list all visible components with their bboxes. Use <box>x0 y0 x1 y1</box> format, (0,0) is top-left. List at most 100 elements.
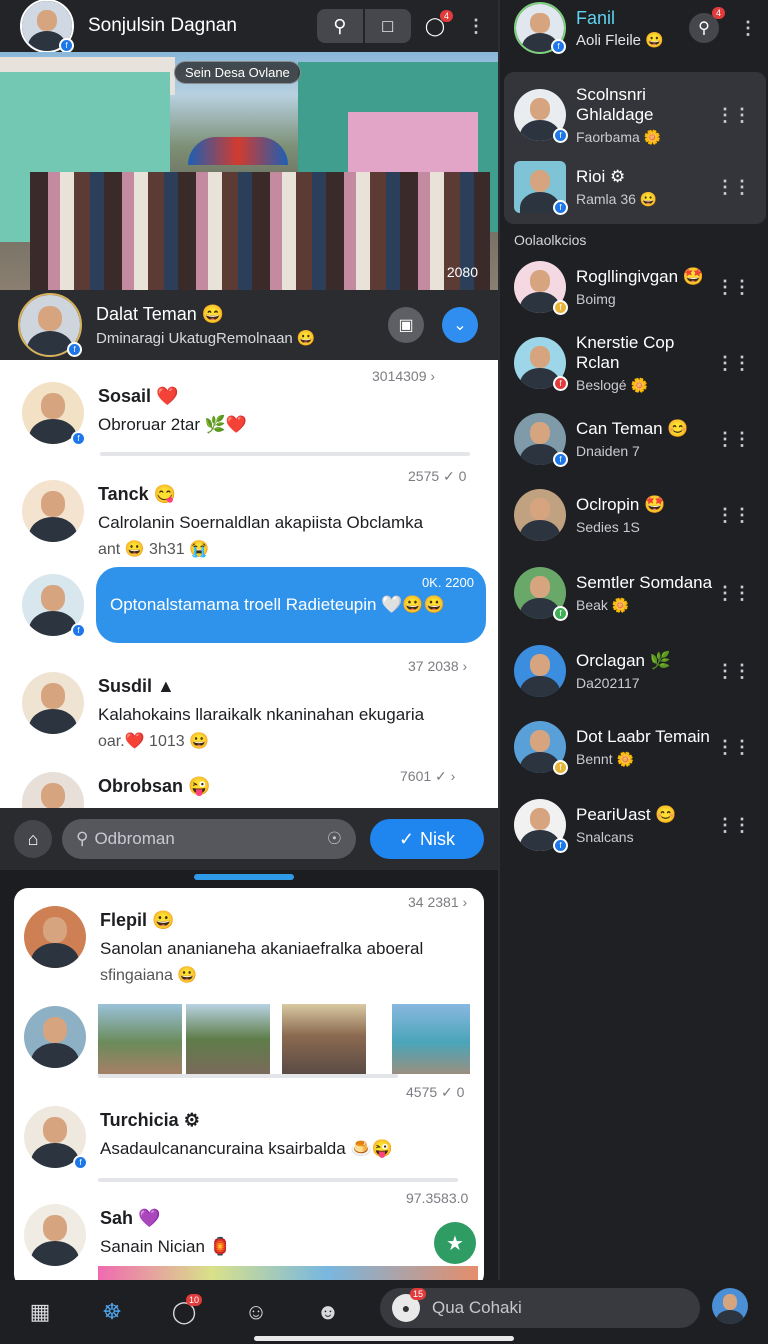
search-icon: ⚲ <box>76 829 89 848</box>
bookmark-icon[interactable]: □ <box>364 9 411 43</box>
drag-icon[interactable]: ⋮⋮ <box>716 738 751 756</box>
search-icon[interactable]: ⚲ 4 <box>689 7 725 43</box>
contact-item[interactable]: Orclagan 🌿 Da202117 ⋮⋮ <box>500 636 768 706</box>
feed-post[interactable]: Susdil ▲ Kalahokains llaraikalk nkaninaha… <box>0 672 498 751</box>
contact-item[interactable]: f Knerstie Cop Rclan Beslogé 🌼 ⋮⋮ <box>500 328 768 398</box>
more-options-icon[interactable]: ⋮ <box>467 17 485 35</box>
post-text: Obroruar 2tar 🌿❤️ <box>98 415 248 434</box>
photo-thumbnail[interactable] <box>282 1004 366 1074</box>
contact-item[interactable]: f Rogllingivgan 🤩 Boimg ⋮⋮ <box>500 252 768 322</box>
more-options-icon[interactable]: ⋮ <box>739 19 757 37</box>
feed-post[interactable]: f Sosail ❤️ Obroruar 2tar 🌿❤️ <box>0 382 498 446</box>
avatar[interactable]: f <box>514 161 568 215</box>
messages-icon[interactable]: ◯ 4 <box>425 9 453 37</box>
feed-post[interactable]: f Turchicia ⚙ Asadaulcanancuraina ksairba… <box>14 1106 484 1170</box>
contact-item[interactable]: f Can Teman 😊 Dnaiden 7 ⋮⋮ <box>500 404 768 474</box>
avatar[interactable] <box>24 906 86 968</box>
avatar[interactable]: f <box>22 574 86 638</box>
profile-name: Dalat Teman 😄 <box>96 303 225 324</box>
contact-item[interactable]: Oclropin 🤩 Sedies 1S ⋮⋮ <box>500 480 768 550</box>
feed-list: f Sosail ❤️ Obroruar 2tar 🌿❤️ 3014309 › T… <box>0 360 498 808</box>
post-author: Flepil 😀 <box>100 910 175 930</box>
contact-name: Rogllingivgan 🤩 <box>576 267 704 286</box>
contact-status: Dnaiden 7 <box>576 443 640 459</box>
message-bubble[interactable]: Optonalstamama troell Radieteupin 🤍😀😀 0K.… <box>96 567 486 643</box>
avatar[interactable] <box>514 489 566 541</box>
hero-count: 2080 <box>446 264 478 280</box>
drag-icon[interactable]: ⋮⋮ <box>716 506 751 524</box>
avatar[interactable]: f <box>514 799 568 853</box>
avatar[interactable]: f <box>514 567 568 621</box>
avatar[interactable] <box>24 1006 86 1068</box>
post-sub: sfingaiana 😀 <box>100 967 198 984</box>
drag-icon[interactable]: ⋮⋮ <box>716 430 751 448</box>
star-icon: ★ <box>446 1232 464 1255</box>
avatar[interactable] <box>514 645 566 697</box>
page-title: Sonjulsin Dagnan <box>88 15 237 36</box>
post-text: Calrolanin Soernaldlan akapiista Obclamk… <box>98 513 424 532</box>
panel-avatar[interactable]: f <box>514 2 566 54</box>
photo-thumbnail[interactable] <box>186 1004 270 1074</box>
contact-status: Sedies 1S <box>576 519 640 535</box>
bottom-search-input[interactable]: ● 15 Qua Cohaki <box>380 1288 700 1328</box>
nisk-button-label: Nisk <box>420 828 456 849</box>
contact-item[interactable]: f Semtler Somdana Beak 🌼 ⋮⋮ <box>500 558 768 628</box>
contact-item[interactable]: f Scolnsnri Ghlaldage Faorbama 🌼 ⋮⋮ <box>500 80 768 150</box>
avatar[interactable] <box>22 480 84 542</box>
avatar[interactable]: f <box>514 89 568 143</box>
drag-icon[interactable]: ⋮⋮ <box>716 354 751 372</box>
avatar[interactable]: f <box>22 382 86 446</box>
search-bar: ⌂ ⚲ Odbroman ☉ ✓ Nisk <box>0 808 498 870</box>
contact-status: Beak 🌼 <box>576 596 630 613</box>
contact-status: Da202117 <box>576 675 640 691</box>
contact-item[interactable]: f PeariUast 😊 Snalcans ⋮⋮ <box>500 790 768 860</box>
hero-location-tag[interactable]: Sein Desa Ovlane <box>174 61 301 84</box>
profile-avatar[interactable]: f <box>18 293 82 357</box>
chevron-down-icon[interactable]: ⌄ <box>442 307 478 343</box>
explore-icon[interactable]: ☸ <box>92 1292 132 1332</box>
user-avatar[interactable]: f <box>20 0 74 53</box>
compass-icon[interactable]: ☉ <box>327 829 342 849</box>
feed-post[interactable]: Sah 💜 Sanain Nician 🏮 <box>14 1204 484 1266</box>
drag-icon[interactable]: ⋮⋮ <box>716 178 751 196</box>
check-icon: ✓ <box>398 828 415 849</box>
drag-icon[interactable]: ⋮⋮ <box>716 662 751 680</box>
search-badge: 4 <box>711 7 725 19</box>
contact-name: Oclropin 🤩 <box>576 495 666 514</box>
photo-thumbnail[interactable] <box>392 1004 470 1074</box>
avatar[interactable]: f <box>514 413 568 467</box>
avatar[interactable] <box>22 672 84 734</box>
avatar[interactable] <box>22 772 84 808</box>
drag-icon[interactable]: ⋮⋮ <box>716 584 751 602</box>
avatar[interactable]: f <box>24 1106 88 1170</box>
drag-icon[interactable]: ⋮⋮ <box>716 816 751 834</box>
grid-icon[interactable]: ▦ <box>20 1292 60 1332</box>
contact-status: Bennt 🌼 <box>576 750 634 767</box>
contact-item[interactable]: f Rioi ⚙ Ramla 36 😀 ⋮⋮ <box>500 152 768 222</box>
bottom-nav: ▦ ☸ ◯ 10 ☺ ☻ ● 15 Qua Cohaki <box>0 1280 768 1344</box>
profile-icon[interactable]: ☻ <box>308 1292 348 1332</box>
drag-icon[interactable]: ⋮⋮ <box>716 278 751 296</box>
drag-icon[interactable]: ⋮⋮ <box>716 106 751 124</box>
contact-item[interactable]: f Dot Laabr Temain Bennt 🌼 ⋮⋮ <box>500 712 768 782</box>
profile-row[interactable]: f Dalat Teman 😄 Dminaragi UkatugRemolnaa… <box>0 290 498 360</box>
compose-fab[interactable]: ★ <box>434 1222 476 1264</box>
home-icon[interactable]: ⌂ <box>14 820 52 858</box>
screen-icon[interactable]: ▣ <box>388 307 424 343</box>
groups-icon[interactable]: ☺ <box>236 1292 276 1332</box>
avatar[interactable]: f <box>514 261 568 315</box>
nisk-button[interactable]: ✓ Nisk <box>370 819 484 859</box>
feed-post[interactable]: Tanck 😋 Calrolanin Soernaldlan akapiista … <box>0 480 498 559</box>
hero-image[interactable]: Sein Desa Ovlane 2080 <box>0 52 498 290</box>
photo-thumbnail[interactable] <box>98 1004 182 1074</box>
activity-icon[interactable]: ◯ 10 <box>164 1292 204 1332</box>
app-root: f Sonjulsin Dagnan ⚲ □ ◯ 4 ⋮ Sein Desa Ov… <box>0 0 768 1344</box>
search-input[interactable]: ⚲ Odbroman ☉ <box>62 819 356 859</box>
account-avatar[interactable] <box>712 1288 748 1324</box>
avatar[interactable]: f <box>514 337 568 391</box>
feed-post[interactable]: Flepil 😀 Sanolan ananianeha akaniaefralka… <box>14 906 484 985</box>
search-icon[interactable]: ⚲ <box>316 9 363 43</box>
avatar[interactable]: f <box>514 721 568 775</box>
avatar[interactable] <box>24 1204 86 1266</box>
drag-handle[interactable] <box>194 874 294 880</box>
